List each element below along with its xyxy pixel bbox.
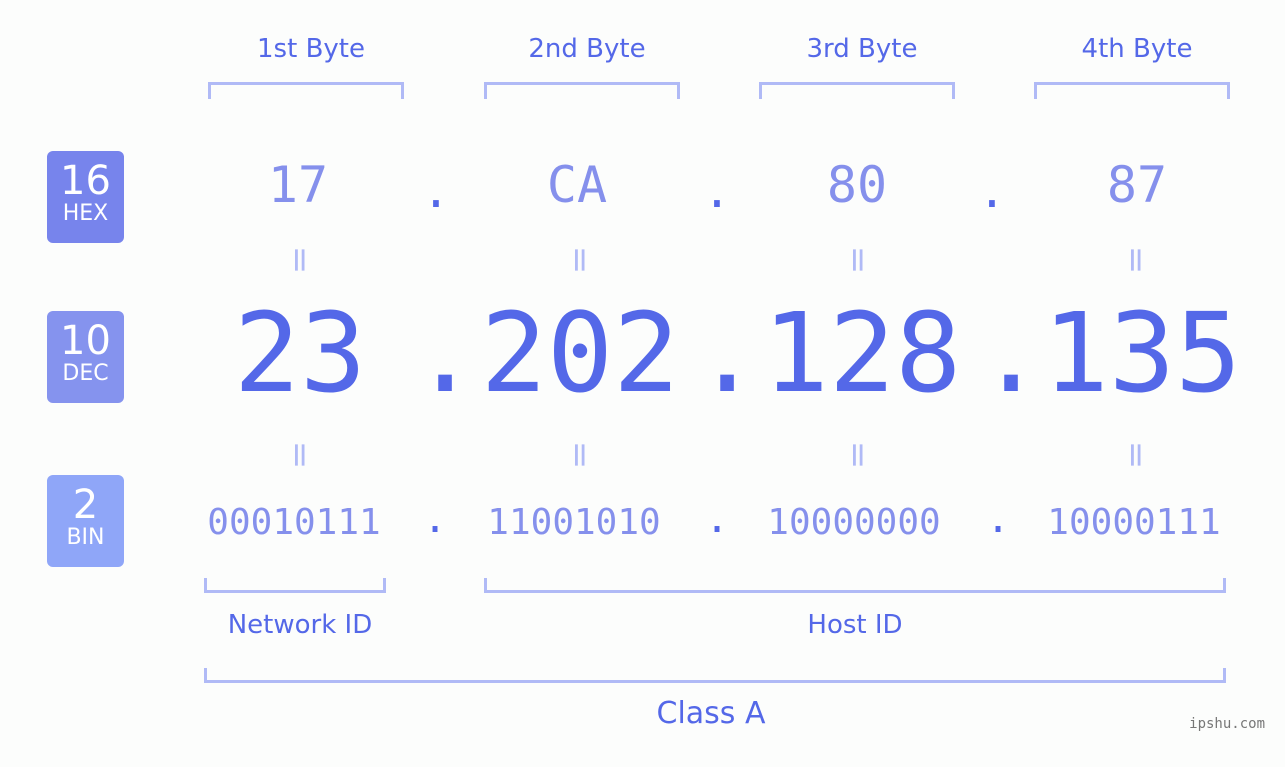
hex-base: 16: [60, 158, 111, 204]
byte-bracket-2: [484, 82, 680, 99]
dec-label: DEC: [62, 361, 109, 386]
byte-bracket-1: [208, 82, 404, 99]
hex-badge: 16 HEX: [47, 151, 124, 243]
equals-icon: =: [838, 440, 878, 470]
dec-dot-1: .: [412, 289, 479, 417]
network-id-label: Network ID: [227, 610, 373, 640]
bin-badge: 2 BIN: [47, 475, 124, 567]
byte-bracket-4: [1034, 82, 1230, 99]
host-bracket: [484, 578, 1226, 593]
dec-byte-1: 23: [233, 289, 367, 417]
bin-byte-3: 10000000: [767, 502, 941, 543]
equals-icon: =: [1116, 440, 1156, 470]
network-bracket: [204, 578, 386, 593]
dec-base: 10: [60, 318, 111, 364]
dec-byte-2: 202: [480, 289, 680, 417]
hex-label: HEX: [62, 201, 109, 226]
bin-byte-2: 11001010: [487, 502, 661, 543]
dec-dot-2: .: [694, 289, 761, 417]
bin-byte-1: 00010111: [207, 502, 381, 543]
hex-byte-4: 87: [1106, 156, 1168, 214]
host-id-label: Host ID: [807, 610, 903, 640]
hex-byte-3: 80: [826, 156, 888, 214]
dec-dot-3: .: [978, 289, 1045, 417]
byte-header-2: 2nd Byte: [528, 34, 646, 64]
bin-base: 2: [72, 482, 99, 528]
bin-dot-3: .: [985, 496, 1011, 542]
hex-dot-2: .: [703, 164, 731, 218]
hex-byte-1: 17: [267, 156, 329, 214]
bin-dot-1: .: [422, 496, 448, 542]
bin-byte-4: 10000111: [1047, 502, 1221, 543]
hex-dot-1: .: [422, 164, 450, 218]
byte-header-3: 3rd Byte: [806, 34, 918, 64]
dec-byte-3: 128: [762, 289, 962, 417]
equals-icon: =: [560, 440, 600, 470]
byte-header-1: 1st Byte: [257, 34, 365, 64]
equals-icon: =: [280, 245, 320, 275]
equals-icon: =: [1116, 245, 1156, 275]
dec-badge: 10 DEC: [47, 311, 124, 403]
bin-dot-2: .: [704, 496, 730, 542]
dec-byte-4: 135: [1042, 289, 1242, 417]
equals-icon: =: [560, 245, 600, 275]
equals-icon: =: [838, 245, 878, 275]
bin-label: BIN: [66, 525, 105, 550]
byte-header-4: 4th Byte: [1081, 34, 1193, 64]
hex-byte-2: CA: [546, 156, 608, 214]
byte-bracket-3: [759, 82, 955, 99]
class-bracket: [204, 668, 1226, 683]
hex-dot-3: .: [978, 164, 1006, 218]
equals-icon: =: [280, 440, 320, 470]
class-label: Class A: [656, 696, 766, 731]
watermark: ipshu.com: [1189, 716, 1265, 732]
